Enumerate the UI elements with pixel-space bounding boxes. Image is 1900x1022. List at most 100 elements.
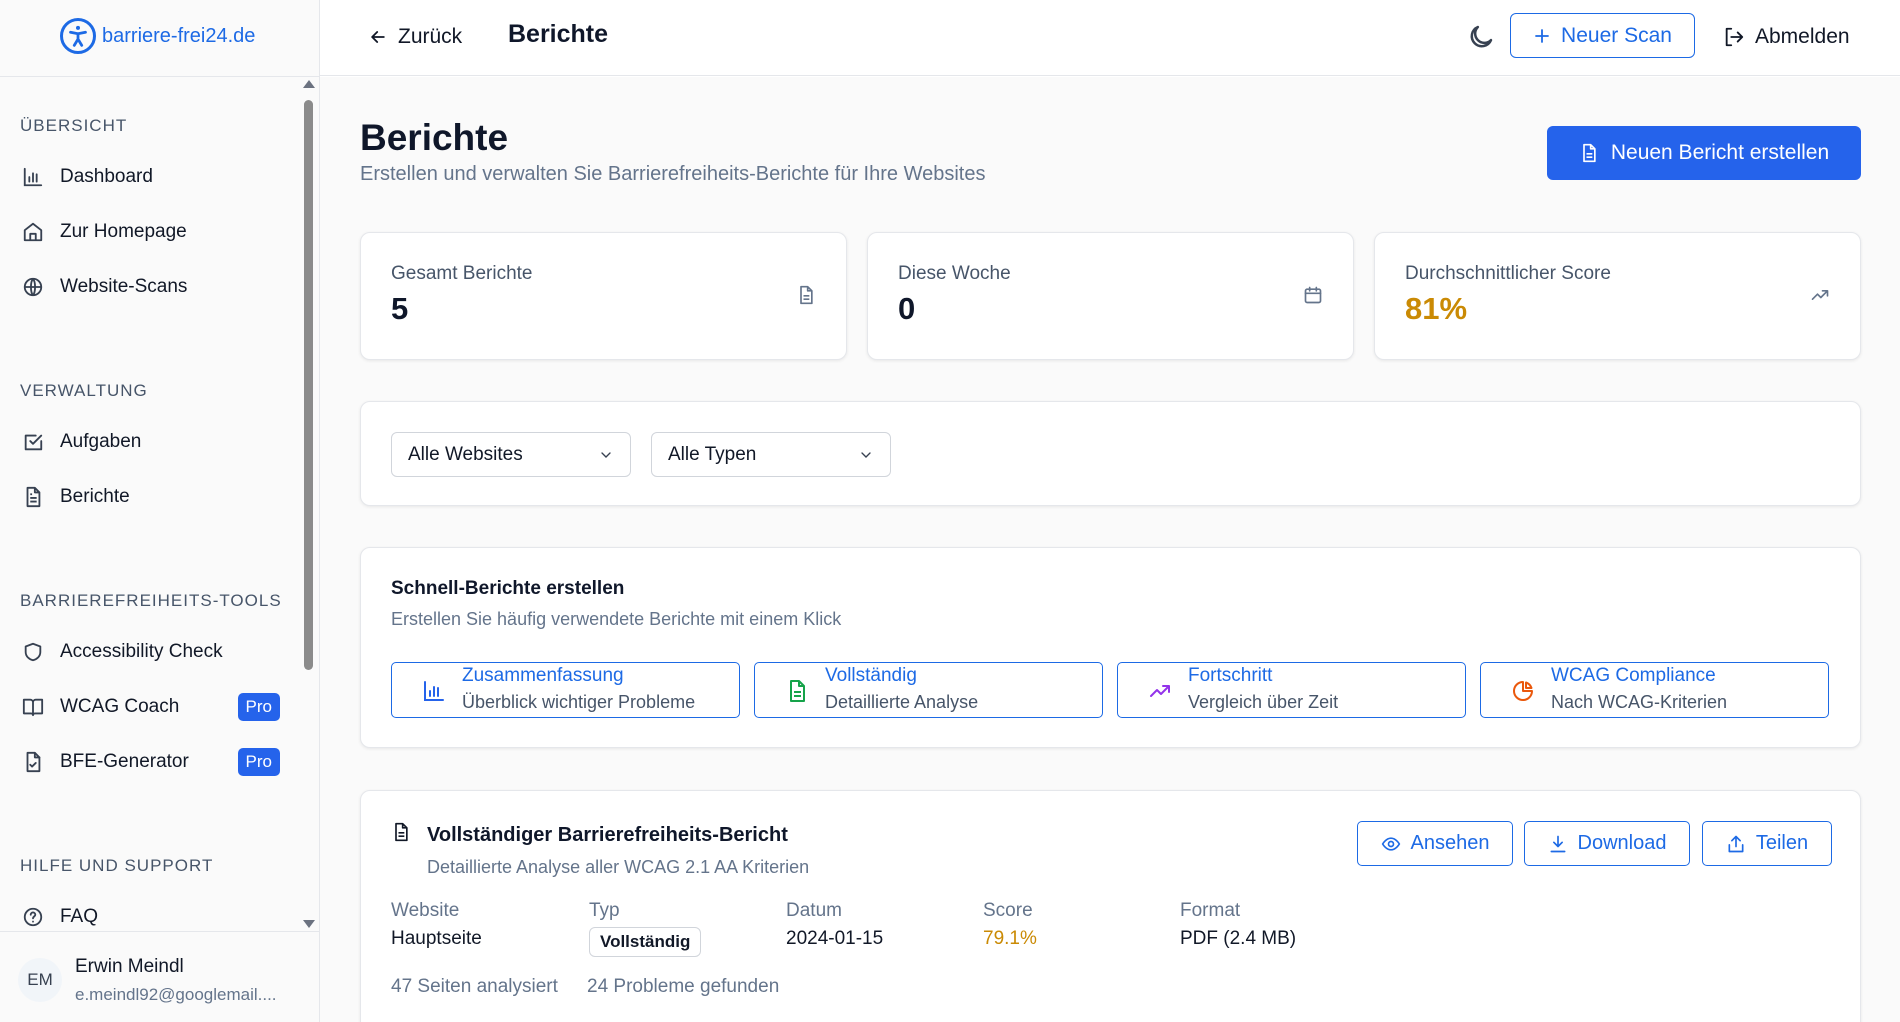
stat-card-score: Durchschnittlicher Score 81% [1374,232,1861,360]
trending-up-icon [1150,685,1170,697]
quick-report-full-button[interactable]: Vollständig Detaillierte Analyse [754,662,1103,718]
chevron-down-icon [861,451,871,458]
avatar: EM [18,958,62,1002]
file-text-icon [1583,143,1596,163]
plus-icon [1535,28,1549,43]
calendar-icon [1304,286,1322,304]
quick-reports-title: Schnell-Berichte erstellen [391,578,625,599]
user-email: e.meindl92@googlemail.... [75,985,277,1004]
pages-analyzed: 47 Seiten analysiert [391,976,558,997]
user-name: Erwin Meindl [75,956,184,977]
shield-icon [24,642,42,662]
quick-report-subtitle: Nach WCAG-Kriterien [1551,692,1728,712]
page-title: Berichte [360,117,509,158]
sidebar-nav: ÜBERSICHT Dashboard Zur Homepage Website… [0,77,320,931]
score-label: Score [983,900,1033,921]
file-text-icon [395,822,408,842]
file-text-icon [26,486,41,508]
topbar: Zurück Berichte Neuer Scan Abmelden [320,0,1900,76]
website-value: Hauptseite [391,928,482,949]
sidebar-scrollbar[interactable] [303,80,315,928]
quick-report-wcag-button[interactable]: WCAG Compliance Nach WCAG-Kriterien [1480,662,1829,718]
sidebar-item-aufgaben[interactable]: Aufgaben [22,422,282,462]
share-label: Teilen [1755,832,1809,854]
main-content: Berichte Erstellen und verwalten Sie Bar… [320,77,1900,1022]
book-icon [22,698,44,717]
quick-report-title: Fortschritt [1188,665,1273,686]
report-card: Vollständiger Barrierefreiheits-Bericht … [360,790,1861,1022]
website-label: Website [391,900,460,921]
pro-badge: Pro [237,693,280,721]
back-label: Zurück [398,25,463,48]
globe-icon [23,277,43,297]
format-value: PDF (2.4 MB) [1180,928,1297,949]
type-filter-select[interactable]: Alle Typen [651,432,891,477]
section-title-uebersicht: ÜBERSICHT [20,116,128,135]
accessibility-icon [60,18,96,54]
quick-report-title: Zusammenfassung [462,665,624,686]
stat-value: 5 [391,291,409,326]
new-scan-label: Neuer Scan [1561,23,1672,47]
moon-icon[interactable] [1466,22,1496,52]
sidebar-item-label: Zur Homepage [60,221,187,242]
bar-chart-icon [424,681,444,701]
pie-chart-icon [1513,681,1533,701]
format-label: Format [1180,900,1241,921]
quick-report-title: WCAG Compliance [1551,665,1716,686]
download-icon [1550,835,1566,852]
logo[interactable]: barriere-frei24.de [60,17,255,55]
quick-reports-subtitle: Erstellen Sie häufig verwendete Berichte… [391,609,842,629]
stat-label: Durchschnittlicher Score [1405,263,1611,284]
scroll-down-arrow-icon[interactable] [303,920,315,928]
type-filter-value: Alle Typen [668,443,757,465]
quick-report-progress-button[interactable]: Fortschritt Vergleich über Zeit [1117,662,1466,718]
stat-value: 0 [898,291,916,326]
sidebar-item-faq[interactable]: FAQ [22,897,282,931]
sidebar-item-label: BFE-Generator [60,751,189,772]
sidebar-item-berichte[interactable]: Berichte [22,477,282,517]
sidebar-item-website-scans[interactable]: Website-Scans [22,267,282,307]
section-title-hilfe: HILFE UND SUPPORT [20,856,214,875]
share-icon [1728,835,1744,852]
scrollbar-thumb[interactable] [304,100,313,670]
download-label: Download [1577,832,1667,854]
sidebar-item-wcag-coach[interactable]: WCAG Coach Pro [22,687,282,727]
eye-icon [1381,836,1400,851]
sidebar-item-homepage[interactable]: Zur Homepage [22,212,282,252]
scroll-up-arrow-icon[interactable] [303,80,315,88]
back-button[interactable]: Zurück [368,18,462,56]
logout-icon [1725,27,1744,47]
logout-button[interactable]: Abmelden [1723,18,1850,56]
pro-badge: Pro [237,748,280,776]
website-filter-select[interactable]: Alle Websites [391,432,631,477]
section-title-verwaltung: VERWALTUNG [20,381,148,400]
quick-report-subtitle: Überblick wichtiger Probleme [462,692,696,712]
arrow-left-icon [371,31,385,43]
stat-value: 81% [1405,291,1468,326]
score-value: 79.1% [983,928,1037,949]
sidebar-item-accessibility-check[interactable]: Accessibility Check [22,632,282,672]
sidebar-item-label: FAQ [60,906,99,927]
topbar-title: Berichte [508,20,609,48]
create-report-button[interactable]: Neuen Bericht erstellen [1547,126,1861,180]
share-report-button[interactable]: Teilen [1702,821,1832,866]
bar-chart-icon [23,167,43,187]
filter-card: Alle Websites Alle Typen [360,401,1861,506]
report-title: Vollständiger Barrierefreiheits-Bericht [427,824,788,846]
file-check-icon [26,751,41,773]
quick-report-title: Vollständig [825,665,917,686]
view-label: Ansehen [1410,832,1490,854]
date-value: 2024-01-15 [786,928,884,949]
download-report-button[interactable]: Download [1524,821,1690,866]
user-profile[interactable]: EM Erwin Meindl e.meindl92@googlemail...… [0,931,320,1022]
quick-report-summary-button[interactable]: Zusammenfassung Überblick wichtiger Prob… [391,662,740,718]
logo-text: barriere-frei24.de [102,24,256,47]
date-label: Datum [786,900,842,921]
website-filter-value: Alle Websites [408,443,523,465]
sidebar-item-bfe-generator[interactable]: BFE-Generator Pro [22,742,282,782]
sidebar-item-label: Aufgaben [60,431,142,452]
new-scan-button[interactable]: Neuer Scan [1510,13,1695,58]
sidebar: barriere-frei24.de ÜBERSICHT Dashboard Z… [0,0,320,1022]
sidebar-item-dashboard[interactable]: Dashboard [22,157,282,197]
view-report-button[interactable]: Ansehen [1357,821,1513,866]
